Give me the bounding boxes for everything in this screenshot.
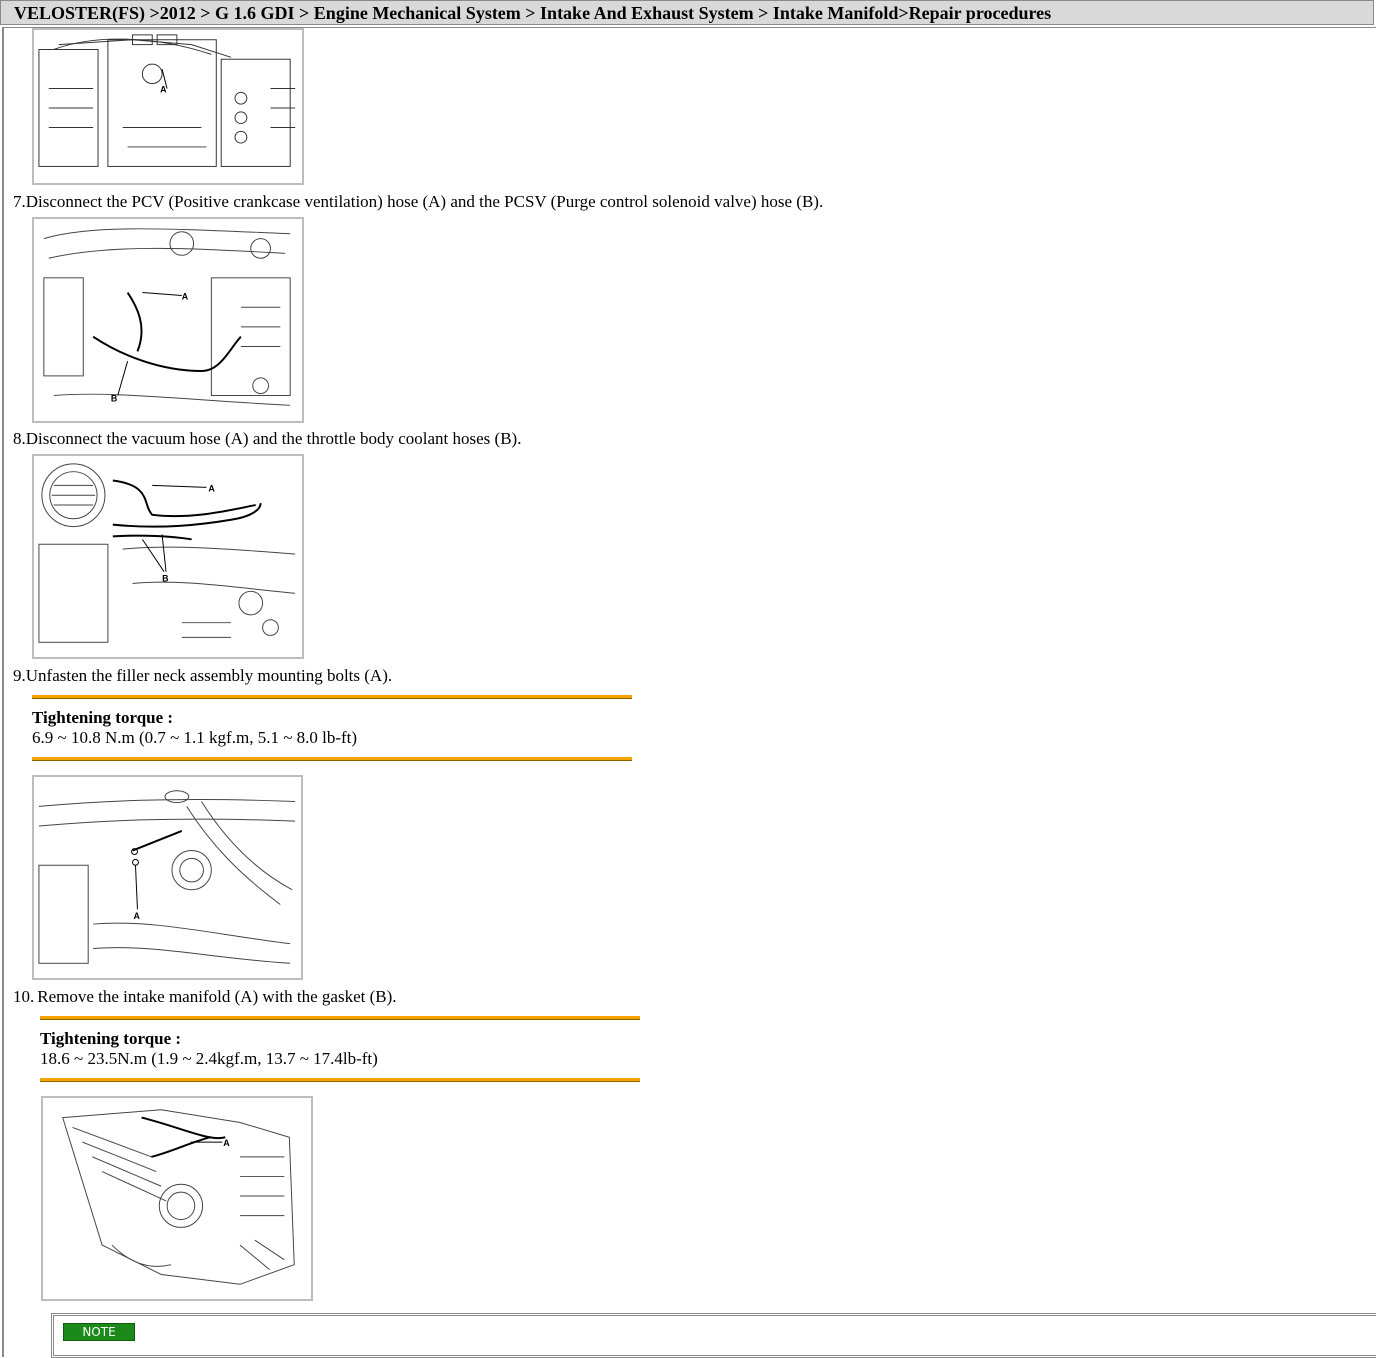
torque-value: 6.9 ~ 10.8 N.m (0.7 ~ 1.1 kgf.m, 5.1 ~ 8…	[32, 728, 358, 747]
step-8: 8.Disconnect the vacuum hose (A) and the…	[13, 429, 521, 449]
figure-filler-neck-bolts: A	[32, 775, 303, 980]
step-number: 7.	[13, 192, 26, 211]
note-box: NOTE	[51, 1313, 1376, 1358]
figure-vacuum-coolant-hoses: A B	[32, 454, 304, 659]
step-10: 10. Remove the intake manifold (A) with t…	[13, 987, 397, 1007]
figure-label-a: A	[223, 1138, 230, 1148]
step-text: Remove the intake manifold (A) with the …	[37, 987, 397, 1006]
figure-previous-step: A	[32, 28, 304, 185]
figure-label-a: A	[134, 911, 141, 921]
torque-value: 18.6 ~ 23.5N.m (1.9 ~ 2.4kgf.m, 13.7 ~ 1…	[40, 1049, 378, 1068]
figure-pcv-pcsv-hoses: A B	[32, 217, 304, 423]
step-number: 10.	[13, 987, 35, 1006]
step-text: Unfasten the filler neck assembly mounti…	[25, 666, 393, 685]
step-text: Disconnect the vacuum hose (A) and the t…	[25, 429, 522, 448]
torque-rule-top	[32, 695, 632, 699]
torque-label: Tightening torque :	[32, 708, 174, 727]
figure-label-a: A	[160, 84, 167, 94]
figure-label-b: B	[162, 574, 168, 584]
step-number: 9.	[13, 666, 26, 685]
figure-label-a: A	[182, 291, 189, 301]
note-badge: NOTE	[63, 1323, 135, 1341]
breadcrumb: VELOSTER(FS) >2012 > G 1.6 GDI > Engine …	[0, 0, 1374, 25]
torque-rule-bottom	[32, 757, 632, 761]
figure-intake-manifold: A	[41, 1096, 313, 1301]
figure-label-b: B	[111, 393, 117, 403]
torque-rule-top	[40, 1016, 640, 1020]
step-7: 7.Disconnect the PCV (Positive crankcase…	[13, 192, 823, 212]
torque-rule-bottom	[40, 1078, 640, 1082]
step-number: 8.	[13, 429, 26, 448]
step-9: 9.Unfasten the filler neck assembly moun…	[13, 666, 392, 686]
figure-label-a: A	[208, 483, 215, 493]
step-text: Disconnect the PCV (Positive crankcase v…	[25, 192, 824, 211]
torque-label: Tightening torque :	[40, 1029, 182, 1048]
